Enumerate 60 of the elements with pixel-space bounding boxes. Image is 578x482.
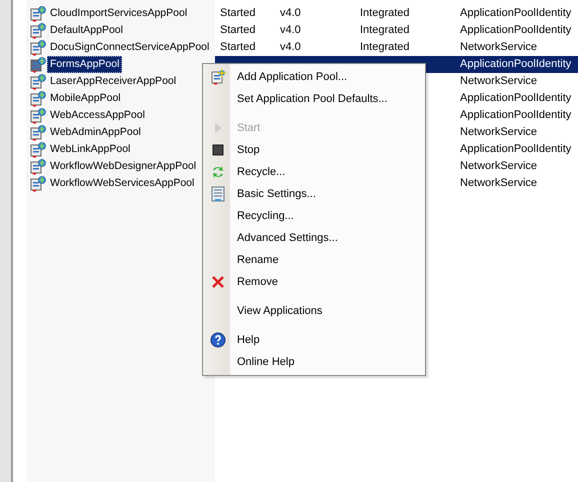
- remove-icon: [210, 274, 226, 290]
- menu-item[interactable]: Rename: [203, 249, 425, 271]
- app-pool-icon: [30, 22, 46, 38]
- menu-item[interactable]: Set Application Pool Defaults...: [203, 88, 425, 110]
- settings-icon: [210, 186, 226, 202]
- pool-identity: ApplicationPoolIdentity: [460, 108, 572, 123]
- pool-name[interactable]: WebAccessAppPool: [47, 107, 148, 124]
- app-pool-icon: [30, 74, 46, 90]
- menu-item[interactable]: Online Help: [203, 351, 425, 373]
- pool-identity: NetworkService: [460, 74, 538, 89]
- pool-identity: NetworkService: [460, 40, 538, 55]
- pool-name[interactable]: DocuSignConnectServiceAppPool: [47, 39, 212, 56]
- menu-item[interactable]: Basic Settings...: [203, 183, 425, 205]
- app-pool-icon: [30, 108, 46, 124]
- pool-name[interactable]: WebLinkAppPool: [47, 141, 134, 158]
- pool-status: Started: [220, 6, 256, 21]
- pool-status: Started: [220, 40, 256, 55]
- pipeline-mode: Integrated: [360, 40, 410, 55]
- menu-item[interactable]: Help: [203, 329, 425, 351]
- pool-identity: ApplicationPoolIdentity: [460, 142, 572, 157]
- pool-name[interactable]: WorkflowWebDesignerAppPool: [47, 158, 200, 175]
- pool-name[interactable]: WebAdminAppPool: [47, 124, 144, 141]
- menu-item[interactable]: Add Application Pool...: [203, 66, 425, 88]
- pool-status: Started: [220, 23, 256, 38]
- pool-name[interactable]: MobileAppPool: [47, 90, 124, 107]
- stop-icon: [210, 142, 226, 158]
- menu-item[interactable]: Recycling...: [203, 205, 425, 227]
- pool-name[interactable]: WorkflowWebServicesAppPool: [47, 175, 198, 192]
- dotnet-version: v4.0: [280, 40, 301, 55]
- pipeline-mode: Integrated: [360, 23, 410, 38]
- dotnet-version: v4.0: [280, 23, 301, 38]
- app-pool-icon: [30, 6, 46, 22]
- app-pool-icon: [30, 56, 46, 72]
- app-pool-icon: [30, 124, 46, 140]
- pool-name[interactable]: LaserAppReceiverAppPool: [47, 73, 180, 90]
- dotnet-version: v4.0: [280, 6, 301, 21]
- menu-item[interactable]: Recycle...: [203, 161, 425, 183]
- app-pool-icon: [30, 176, 46, 192]
- pool-identity: ApplicationPoolIdentity: [460, 23, 572, 38]
- menu-item[interactable]: View Applications: [203, 300, 425, 322]
- pool-name[interactable]: CloudImportServicesAppPool: [47, 5, 190, 22]
- pipeline-mode: Integrated: [360, 6, 410, 21]
- recycle-icon: [210, 164, 226, 180]
- app-pool-icon: [30, 158, 46, 174]
- pool-name[interactable]: FormsAppPool: [47, 56, 122, 73]
- pool-name[interactable]: DefaultAppPool: [47, 22, 126, 39]
- pool-identity: NetworkService: [460, 125, 538, 140]
- app-pool-icon: [30, 90, 46, 106]
- pool-identity: NetworkService: [460, 159, 538, 174]
- pool-identity: NetworkService: [460, 176, 538, 191]
- pool-identity: ApplicationPoolIdentity: [460, 6, 572, 21]
- pool-identity: ApplicationPoolIdentity: [460, 91, 572, 106]
- app-pool-icon: [30, 142, 46, 158]
- app-pool-icon: [30, 40, 46, 56]
- menu-item[interactable]: Remove: [203, 271, 425, 293]
- help-icon: [210, 332, 226, 348]
- pool-identity: ApplicationPoolIdentity: [460, 57, 572, 72]
- add-pool-icon: [210, 69, 226, 85]
- menu-item[interactable]: Stop: [203, 139, 425, 161]
- menu-item[interactable]: Advanced Settings...: [203, 227, 425, 249]
